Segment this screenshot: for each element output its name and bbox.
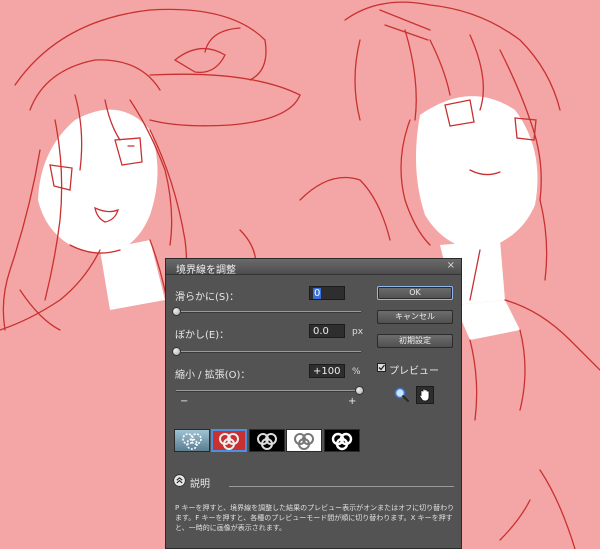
contract-expand-slider-track[interactable] (176, 390, 361, 392)
feather-slider-thumb[interactable] (172, 347, 181, 356)
feather-input[interactable]: 0.0 (309, 324, 345, 338)
dialog-title: 境界線を調整 (176, 265, 236, 276)
description-text: P キーを押すと、境界線を調整した結果のプレビュー表示がオンまたはオフに切り替わ… (175, 504, 455, 532)
preview-checkbox[interactable] (377, 363, 386, 372)
knot-on-black-icon (257, 433, 277, 450)
feather-slider-track[interactable] (176, 351, 361, 353)
contract-minus-label: − (180, 396, 189, 407)
contract-expand-unit: % (352, 367, 361, 377)
view-mode-overlay[interactable] (211, 429, 247, 452)
smooth-slider-thumb[interactable] (172, 307, 181, 316)
contract-expand-input[interactable]: +100 (309, 364, 345, 378)
knot-mask-icon (331, 432, 353, 451)
magnifier-icon (394, 387, 410, 403)
collapse-description-icon[interactable] (173, 474, 186, 487)
refine-edge-dialog: 境界線を調整 × 滑らかに(S)： 0 ぼかし(E)： 0.0 px 縮小 / … (165, 258, 462, 549)
hand-icon (418, 388, 430, 402)
contract-expand-slider-thumb[interactable] (355, 386, 364, 395)
smooth-label: 滑らかに(S)： (175, 292, 240, 303)
knot-marching-ants-icon (182, 433, 202, 450)
contract-expand-label: 縮小 / 拡張(O)： (175, 370, 251, 381)
zoom-tool-button[interactable] (393, 386, 411, 404)
view-mode-on-white[interactable] (286, 429, 322, 452)
dialog-titlebar[interactable]: 境界線を調整 × (166, 259, 461, 276)
preview-label: プレビュー (389, 366, 439, 377)
feather-label: ぼかし(E)： (175, 330, 230, 341)
view-mode-mask[interactable] (324, 429, 360, 452)
close-button[interactable]: × (447, 260, 455, 271)
expand-plus-label: + (348, 396, 357, 407)
view-mode-on-black[interactable] (249, 429, 285, 452)
knot-on-white-icon (294, 433, 314, 450)
knot-overlay-icon (219, 433, 239, 450)
description-divider (229, 486, 454, 487)
smooth-slider-track[interactable] (176, 311, 361, 313)
cancel-button[interactable]: キャンセル (377, 310, 453, 324)
ok-button[interactable]: OK (377, 286, 453, 300)
view-mode-marching-ants[interactable] (174, 429, 210, 452)
smooth-input[interactable]: 0 (309, 286, 345, 300)
hand-tool-button[interactable] (416, 386, 434, 404)
reset-button[interactable]: 初期設定 (377, 334, 453, 348)
feather-unit: px (352, 327, 364, 337)
description-label: 説明 (190, 479, 210, 490)
